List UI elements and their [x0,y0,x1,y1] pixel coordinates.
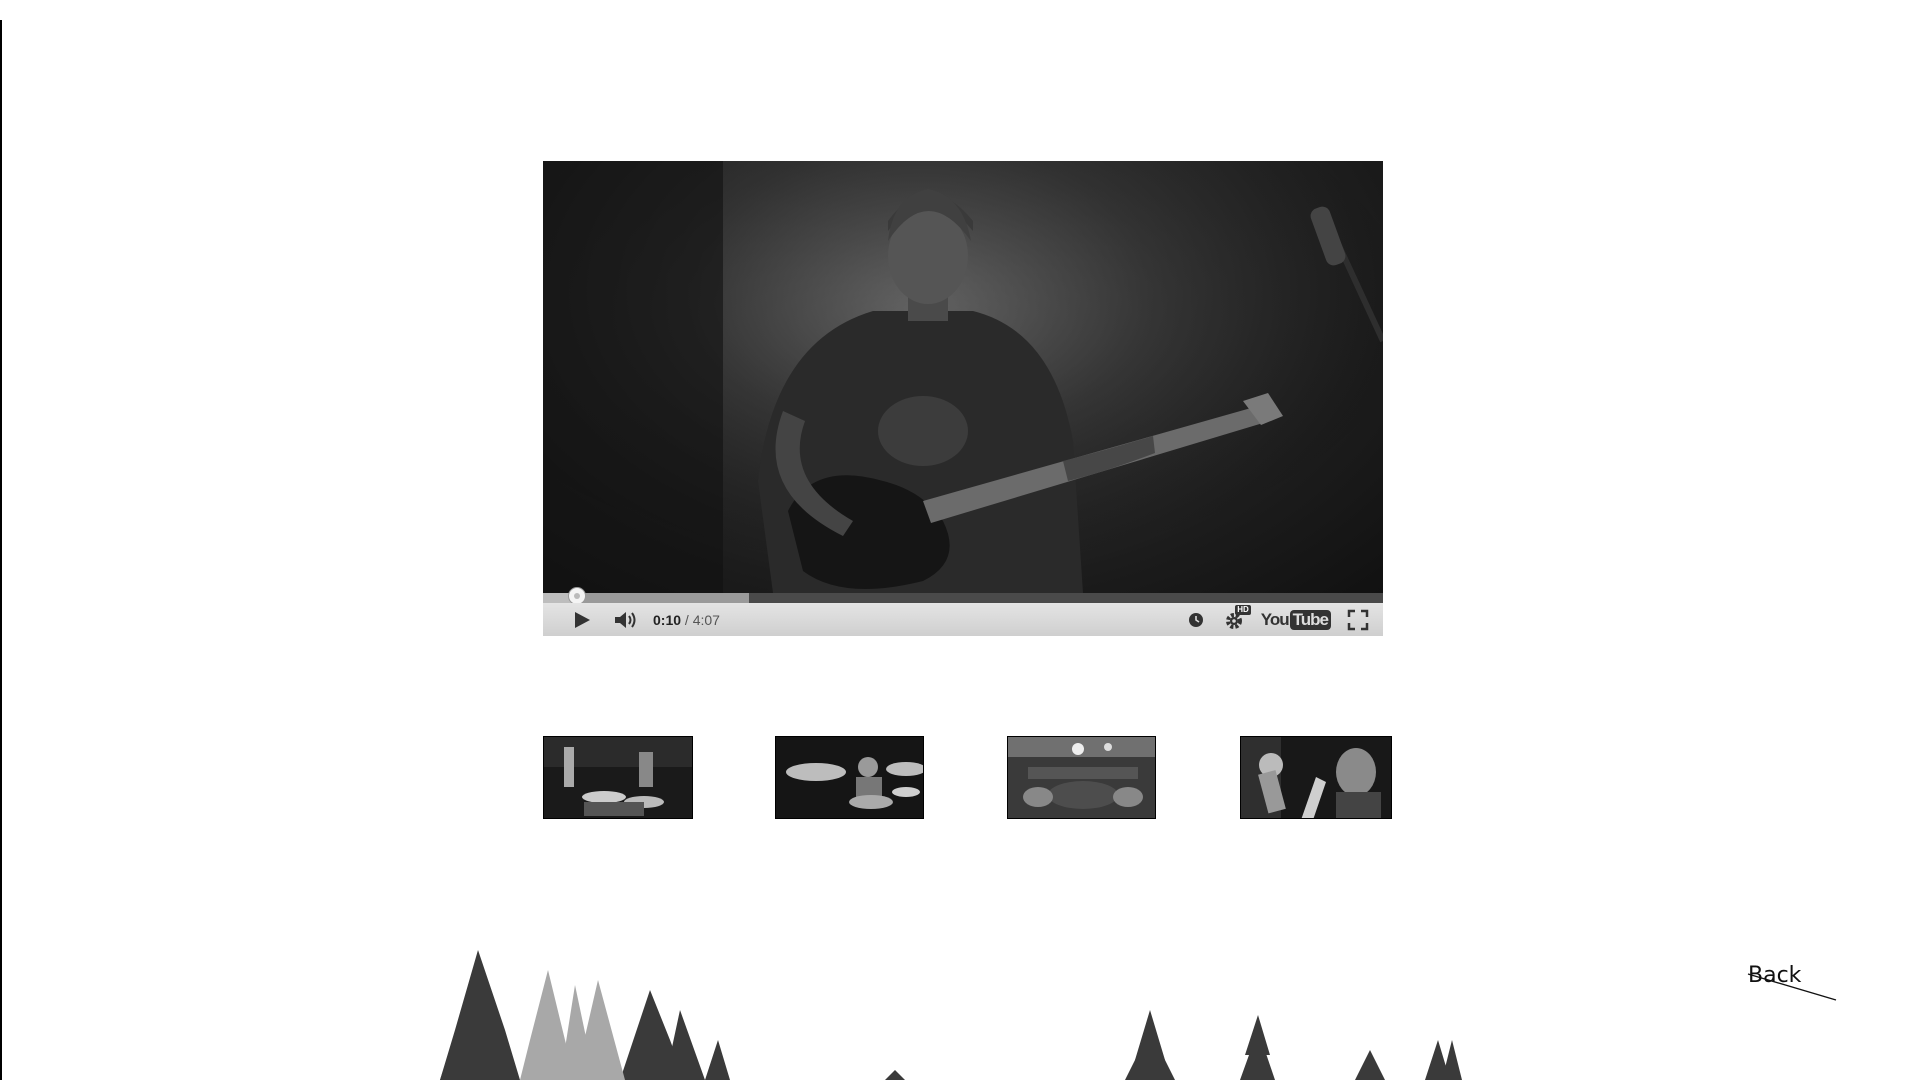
volume-icon [615,611,636,628]
time-display: 0:10 / 4:07 [653,612,720,628]
time-separator: / [684,611,689,628]
thumbnail-3-image [1008,737,1155,818]
thumbnail-1[interactable] [543,736,693,819]
youtube-logo[interactable]: You Tube [1260,609,1331,630]
page-left-border [0,20,2,1080]
thumbnail-4[interactable] [1240,736,1392,819]
settings-button[interactable]: HD [1217,603,1251,636]
youtube-logo-you: You [1260,609,1290,629]
player-controls: 0:10 / 4:07 HD You Tube [543,603,1383,636]
thumbnail-1-image [544,737,692,818]
back-link[interactable]: Back [1748,963,1801,988]
total-time: 4:07 [692,611,720,628]
play-button[interactable] [567,603,597,636]
watch-later-icon [1188,612,1203,627]
current-time: 0:10 [653,611,682,628]
watch-later-button[interactable] [1183,603,1209,636]
youtube-logo-tube: Tube [1289,609,1331,630]
thumbnail-2[interactable] [775,736,924,819]
thumbnail-4-image [1241,737,1391,818]
progress-bar[interactable] [543,587,1383,605]
volume-button[interactable] [611,603,641,636]
video-frame[interactable] [543,161,1383,593]
video-still-guitarist [543,161,1383,593]
forest-treeline-decoration [440,950,1462,1080]
thumbnail-2-image [776,737,923,818]
fullscreen-icon [1347,609,1369,630]
hd-badge: HD [1235,605,1251,615]
video-player[interactable]: 0:10 / 4:07 HD You Tube [543,161,1383,636]
thumbnail-3[interactable] [1007,736,1156,819]
fullscreen-button[interactable] [1343,603,1373,636]
play-icon [575,611,590,628]
